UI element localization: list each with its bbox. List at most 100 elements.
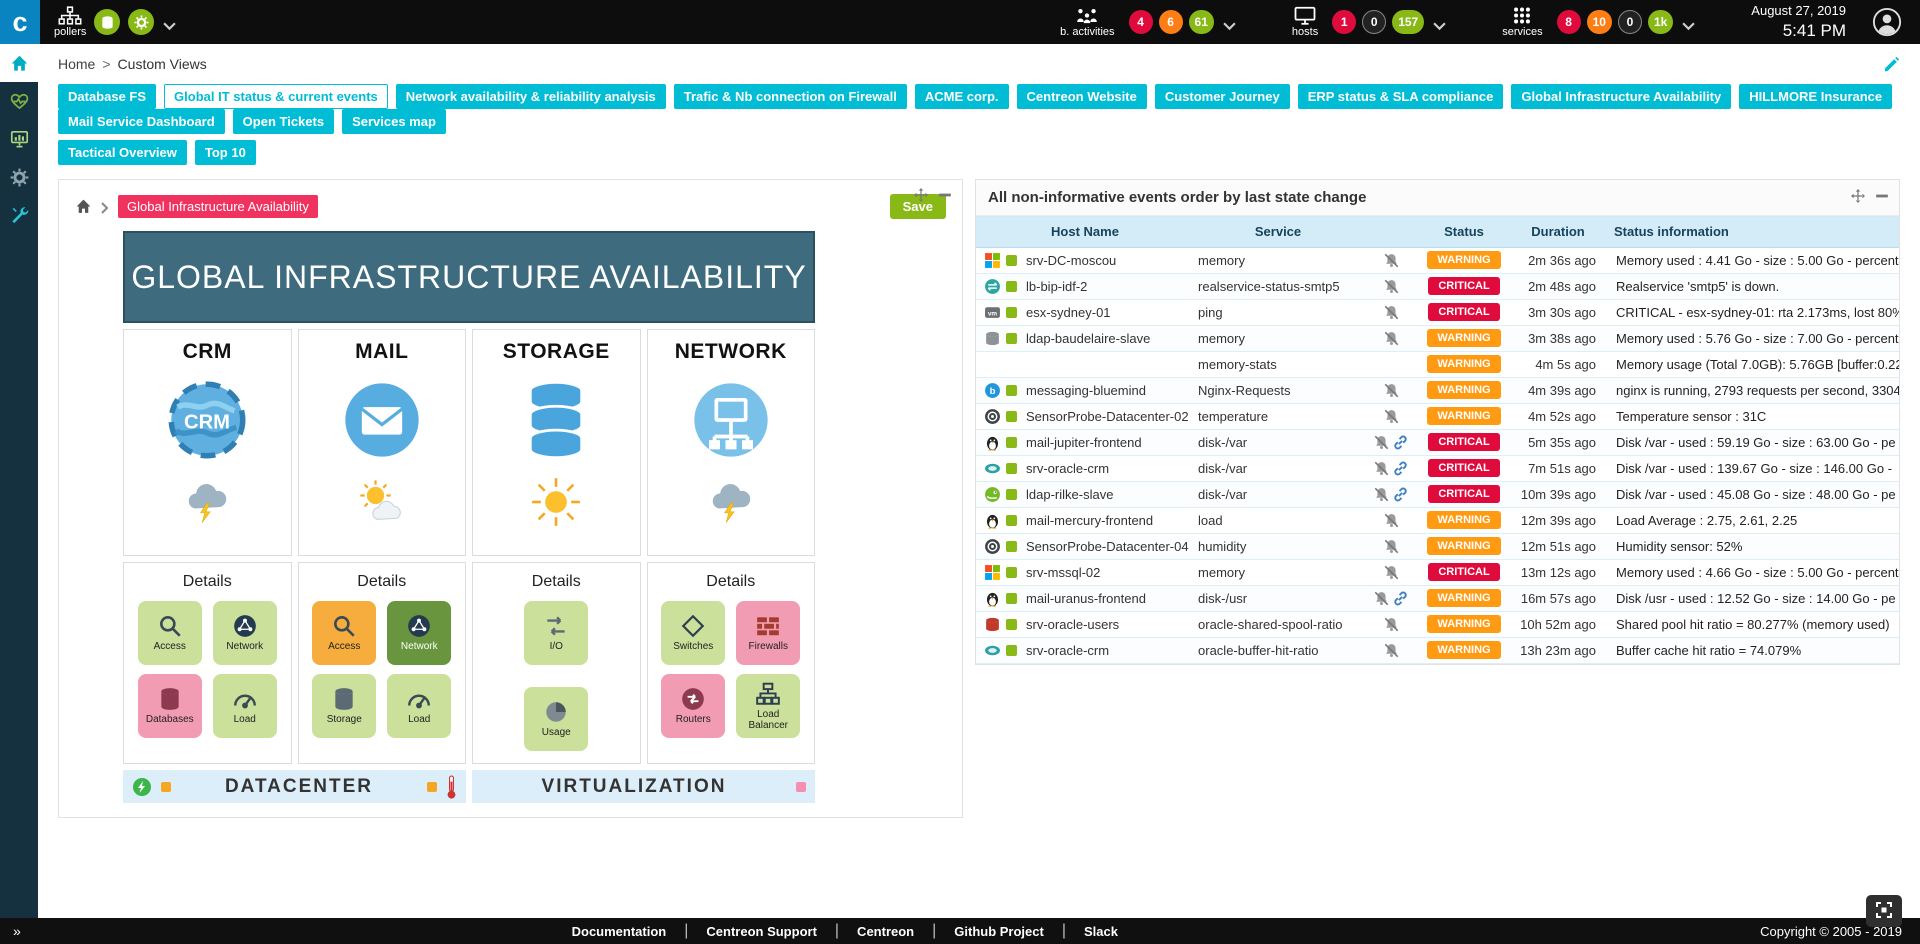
tile-network-switches[interactable]: Switches [661,601,725,665]
service-link-icon[interactable] [1393,487,1408,502]
collapse-widget-icon[interactable] [938,188,952,202]
host-name[interactable]: mail-uranus-frontend [1022,585,1194,611]
breadcrumb-home[interactable]: Home [58,56,95,72]
col-host-name[interactable]: Host Name [976,217,1194,247]
service-name[interactable]: disk-/var [1194,455,1362,481]
tab-hillmore-insurance[interactable]: HILLMORE Insurance [1739,84,1892,109]
tile-crm-network[interactable]: Network [213,601,277,665]
footer-link-slack[interactable]: Slack [1084,924,1118,939]
sidebar-item-configuration[interactable] [0,158,38,196]
host-name[interactable]: SensorProbe-Datacenter-04 [1022,533,1194,559]
hosts-count-critical[interactable]: 1 [1332,10,1356,34]
tile-crm-access[interactable]: Access [138,601,202,665]
tab-global-infrastructure-availability[interactable]: Global Infrastructure Availability [1511,84,1731,109]
service-name[interactable]: disk-/usr [1194,585,1362,611]
footer-link-centreon[interactable]: Centreon [857,924,914,939]
host-name[interactable]: SensorProbe-Datacenter-02 [1022,403,1194,429]
poller-database-status[interactable] [94,9,120,35]
tile-mail-network[interactable]: Network [387,601,451,665]
tile-crm-load[interactable]: Load [213,674,277,738]
services-count-warning[interactable]: 10 [1587,10,1612,34]
tile-storage-i-o[interactable]: I/O [524,601,588,665]
pollers-menu[interactable]: pollers [54,6,86,38]
sidebar-item-administration[interactable] [0,196,38,234]
service-name[interactable]: memory [1194,559,1362,585]
tab-acme-corp[interactable]: ACME corp. [915,84,1009,109]
host-name[interactable]: srv-oracle-crm [1022,637,1194,663]
tab-erp-status-sla-compliance[interactable]: ERP status & SLA compliance [1298,84,1504,109]
tab-global-it-status-current-events[interactable]: Global IT status & current events [164,84,388,109]
footer-link-documentation[interactable]: Documentation [572,924,667,939]
tile-crm-databases[interactable]: Databases [138,674,202,738]
tab-centreon-website[interactable]: Centreon Website [1017,84,1147,109]
host-name[interactable]: esx-sydney-01 [1022,299,1194,325]
move-widget-icon[interactable] [1851,189,1865,203]
host-name[interactable]: ldap-rilke-slave [1022,481,1194,507]
activities-count-critical[interactable]: 4 [1129,10,1153,34]
host-name[interactable]: srv-oracle-users [1022,611,1194,637]
sidebar-item-home[interactable] [0,44,38,82]
activities-chevron-icon[interactable] [1223,18,1236,27]
col-duration[interactable]: Duration [1508,217,1608,247]
collapse-widget-icon[interactable] [1875,189,1889,203]
hosts-chevron-icon[interactable] [1433,18,1446,27]
service-name[interactable]: memory [1194,247,1362,273]
host-name[interactable]: mail-mercury-frontend [1022,507,1194,533]
map-home-icon[interactable] [75,198,92,215]
col-status[interactable]: Status [1420,217,1508,247]
tab-trafic-nb-connection-on-firewall[interactable]: Trafic & Nb connection on Firewall [674,84,907,109]
centreon-logo[interactable]: c [0,0,40,44]
tile-network-routers[interactable]: Routers [661,674,725,738]
tab-top-10[interactable]: Top 10 [195,140,256,165]
service-name[interactable]: disk-/var [1194,429,1362,455]
service-link-icon[interactable] [1393,435,1408,450]
activities-count-ok[interactable]: 61 [1189,10,1214,34]
service-name[interactable]: memory-stats [1194,351,1362,377]
poller-latency-status[interactable] [128,9,154,35]
service-name[interactable]: humidity [1194,533,1362,559]
tab-database-fs[interactable]: Database FS [58,84,156,109]
expand-sidebar-icon[interactable]: » [13,923,21,939]
service-name[interactable]: disk-/var [1194,481,1362,507]
services-count-none[interactable]: 0 [1618,10,1642,34]
host-name[interactable]: srv-oracle-crm [1022,455,1194,481]
services-count-critical[interactable]: 8 [1557,10,1581,34]
host-name[interactable]: mail-jupiter-frontend [1022,429,1194,455]
services-menu[interactable]: services [1502,6,1542,38]
tab-open-tickets[interactable]: Open Tickets [233,109,334,134]
hosts-count-none[interactable]: 0 [1362,10,1386,34]
fullscreen-button[interactable] [1866,895,1902,927]
service-link-icon[interactable] [1393,461,1408,476]
host-name[interactable]: srv-mssql-02 [1022,559,1194,585]
tile-storage-usage[interactable]: Usage [524,687,588,751]
footer-link-centreon-support[interactable]: Centreon Support [706,924,817,939]
tab-network-availability-reliability-analysis[interactable]: Network availability & reliability analy… [396,84,666,109]
tab-customer-journey[interactable]: Customer Journey [1155,84,1290,109]
host-name[interactable]: lb-bip-idf-2 [1022,273,1194,299]
service-name[interactable]: load [1194,507,1362,533]
edit-view-pencil-icon[interactable] [1883,56,1900,73]
host-name[interactable]: ldap-baudelaire-slave [1022,325,1194,351]
move-widget-icon[interactable] [914,188,928,202]
service-name[interactable]: memory [1194,325,1362,351]
tile-mail-storage[interactable]: Storage [312,674,376,738]
service-name[interactable]: realservice-status-smtp5 [1194,273,1362,299]
tab-services-map[interactable]: Services map [342,109,446,134]
col-service[interactable]: Service [1194,217,1362,247]
col-status-information[interactable]: Status information [1608,217,1899,247]
tile-network-firewalls[interactable]: Firewalls [736,601,800,665]
map-breadcrumb-label[interactable]: Global Infrastructure Availability [118,195,318,218]
service-name[interactable]: temperature [1194,403,1362,429]
activities-menu[interactable]: b. activities [1060,6,1114,38]
pollers-chevron-icon[interactable] [163,18,176,27]
service-name[interactable]: oracle-shared-spool-ratio [1194,611,1362,637]
tab-mail-service-dashboard[interactable]: Mail Service Dashboard [58,109,225,134]
tile-network-load-balancer[interactable]: Load Balancer [736,674,800,738]
tile-mail-load[interactable]: Load [387,674,451,738]
services-chevron-icon[interactable] [1682,18,1695,27]
tile-mail-access[interactable]: Access [312,601,376,665]
user-avatar[interactable] [1872,7,1902,37]
hosts-menu[interactable]: hosts [1292,6,1318,38]
service-name[interactable]: Nginx-Requests [1194,377,1362,403]
sidebar-item-reporting[interactable] [0,120,38,158]
